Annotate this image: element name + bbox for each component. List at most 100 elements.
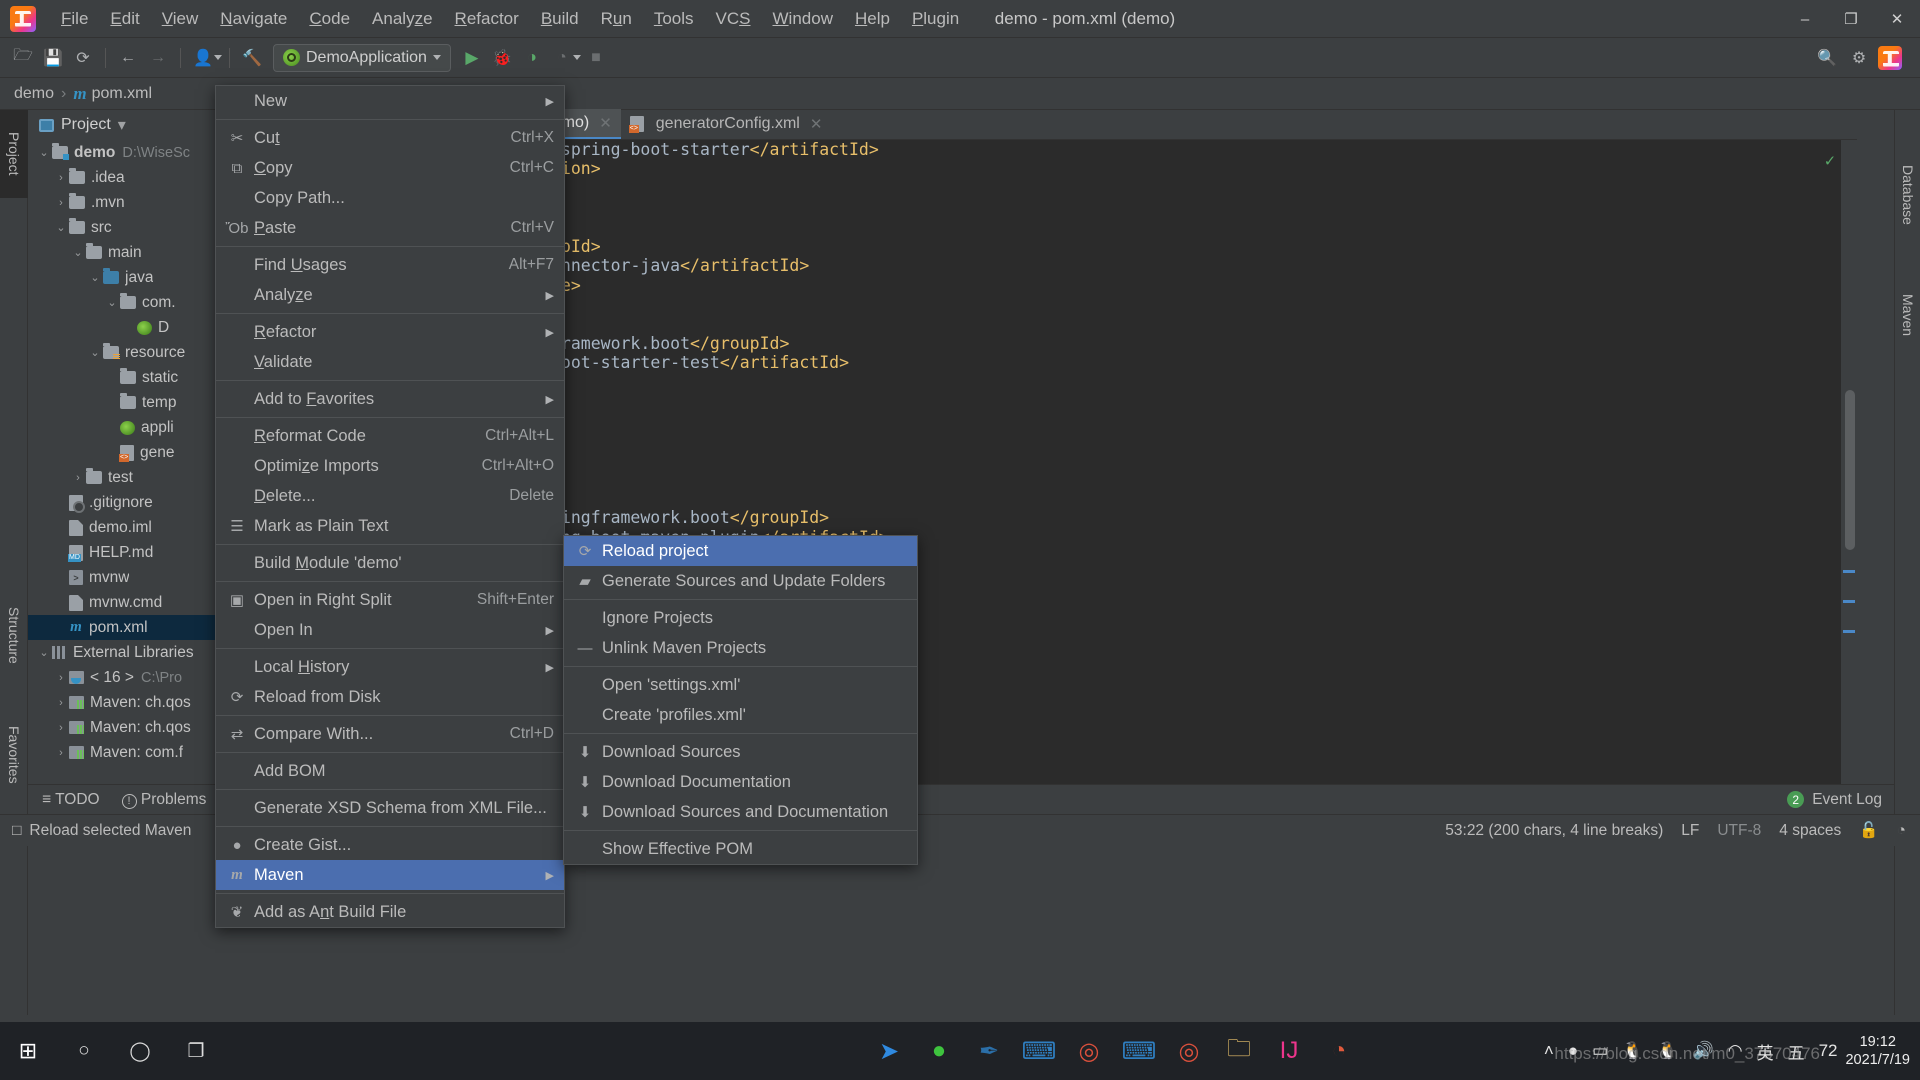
menu-tools[interactable]: Tools (643, 4, 705, 34)
tree-expand-arrow[interactable]: ⌄ (36, 146, 52, 159)
tree-node-idea[interactable]: ›.idea (28, 165, 236, 190)
line-separator[interactable]: LF (1681, 822, 1699, 840)
ctx-refactor[interactable]: Refactor▶ (216, 317, 564, 347)
ctx-paste[interactable]: ὌbPasteCtrl+V (216, 213, 564, 243)
maven-unlink-maven-projects[interactable]: —Unlink Maven Projects (564, 633, 917, 663)
tree-node-main[interactable]: ⌄main (28, 240, 236, 265)
tree-node-appli[interactable]: appli (28, 415, 236, 440)
ctx-local-history[interactable]: Local History▶ (216, 652, 564, 682)
ctx-delete[interactable]: Delete...Delete (216, 481, 564, 511)
sync-icon[interactable]: ⟳ (68, 44, 98, 72)
tree-node-mvnw[interactable]: >mvnw (28, 565, 236, 590)
ctx-add-as-ant-build-file[interactable]: ❦Add as Ant Build File (216, 897, 564, 927)
ctx-compare-with[interactable]: ⇄Compare With...Ctrl+D (216, 719, 564, 749)
maven-download-sources[interactable]: ⬇Download Sources (564, 737, 917, 767)
ctx-create-gist[interactable]: ●Create Gist... (216, 830, 564, 860)
chrome-icon-1[interactable]: ◎ (1064, 1022, 1114, 1080)
maven-show-effective-pom[interactable]: Show Effective POM (564, 834, 917, 864)
ctx-cut[interactable]: ✂CutCtrl+X (216, 123, 564, 153)
tree-expand-arrow[interactable]: ⌄ (87, 271, 103, 284)
editor-scrollbar[interactable] (1841, 140, 1857, 784)
ctx-analyze[interactable]: Analyze▶ (216, 280, 564, 310)
menu-vcs[interactable]: VCS (705, 4, 762, 34)
tree-node-demo[interactable]: ⌄demoD:\WiseSc (28, 140, 236, 165)
open-project-icon[interactable]: 🗁 (8, 44, 38, 72)
tree-expand-arrow[interactable]: ⌄ (53, 221, 69, 234)
tree-expand-arrow[interactable]: ⌄ (104, 296, 120, 309)
ctx-open-in[interactable]: Open In▶ (216, 615, 564, 645)
tree-expand-arrow[interactable]: › (70, 472, 86, 484)
maven-reload-project[interactable]: ⟳Reload project (564, 536, 917, 566)
cortana-icon[interactable]: ◯ (112, 1022, 168, 1080)
tree-expand-arrow[interactable]: › (53, 722, 69, 734)
inspection-ok-icon[interactable]: ✓ (1825, 152, 1835, 171)
tree-expand-arrow[interactable]: › (53, 697, 69, 709)
dingtalk-icon[interactable]: ➤ (864, 1022, 914, 1080)
menu-view[interactable]: View (151, 4, 210, 34)
vscode-icon-2[interactable]: ⌨ (1114, 1022, 1164, 1080)
menu-analyze[interactable]: Analyze (361, 4, 444, 34)
scrollbar-thumb[interactable] (1845, 390, 1855, 550)
tree-node-java[interactable]: ⌄java (28, 265, 236, 290)
tree-expand-arrow[interactable]: ⌄ (36, 646, 52, 659)
search-icon[interactable]: ○ (56, 1022, 112, 1080)
explorer-icon[interactable]: 🗀 (1214, 1022, 1264, 1080)
navicat-icon[interactable]: ✒ (964, 1022, 1014, 1080)
ide-badge-icon[interactable] (1878, 46, 1902, 70)
tree-node-gene[interactable]: gene (28, 440, 236, 465)
tree-node-demo-iml[interactable]: demo.iml (28, 515, 236, 540)
tree-node-16[interactable]: ›< 16 >C:\Pro (28, 665, 236, 690)
tree-node-help-md[interactable]: HELP.md (28, 540, 236, 565)
ctx-open-in-right-split[interactable]: ▣Open in Right SplitShift+Enter (216, 585, 564, 615)
tree-expand-arrow[interactable]: ⌄ (87, 346, 103, 359)
maven-download-sources-and-documentation[interactable]: ⬇Download Sources and Documentation (564, 797, 917, 827)
tree-expand-arrow[interactable]: › (53, 747, 69, 759)
menu-window[interactable]: Window (762, 4, 844, 34)
run-configuration-selector[interactable]: DemoApplication (273, 44, 451, 72)
ctx-add-bom[interactable]: Add BOM (216, 756, 564, 786)
file-encoding[interactable]: UTF-8 (1717, 822, 1761, 840)
tab-problems[interactable]: ! Problems (122, 791, 207, 809)
chevron-down-icon[interactable] (433, 55, 441, 60)
tree-node-test[interactable]: ›test (28, 465, 236, 490)
run-button[interactable]: ▶ (457, 44, 487, 72)
search-icon[interactable]: 🔍 (1812, 44, 1842, 72)
menu-refactor[interactable]: Refactor (444, 4, 530, 34)
sidebar-item-structure[interactable]: Structure (0, 580, 28, 690)
tree-node-external-libraries[interactable]: ⌄External Libraries (28, 640, 236, 665)
chevron-up-icon[interactable]: ˄ (1544, 1041, 1554, 1061)
save-all-icon[interactable]: 💾 (38, 44, 68, 72)
tree-expand-arrow[interactable]: › (53, 197, 69, 209)
taskbar-app-list[interactable]: ➤●✒⌨◎⌨◎🗀IJ◔ (864, 1022, 1364, 1080)
tab-generatorconfig-xml[interactable]: generatorConfig.xml✕ (621, 109, 832, 139)
lock-icon[interactable]: 🔓 (1859, 821, 1878, 840)
ctx-validate[interactable]: Validate (216, 347, 564, 377)
ctx-optimize-imports[interactable]: Optimize ImportsCtrl+Alt+O (216, 451, 564, 481)
minimize-button[interactable]: – (1782, 0, 1828, 38)
menu-plugin[interactable]: Plugin (901, 4, 970, 34)
build-hammer-icon[interactable]: 🔨 (237, 44, 267, 72)
tree-node-maven-ch-qos[interactable]: ›Maven: ch.qos (28, 690, 236, 715)
clock[interactable]: 19:12 2021/7/19 (1845, 1033, 1920, 1069)
chrome-icon-2[interactable]: ◎ (1164, 1022, 1214, 1080)
gear-icon[interactable]: ⚙ (1844, 44, 1874, 72)
ctx-maven[interactable]: mMaven▶ (216, 860, 564, 890)
project-tree[interactable]: ⌄demoD:\WiseSc›.idea›.mvn⌄src⌄main⌄java⌄… (28, 140, 236, 765)
tab-todo[interactable]: ≡ TODO (42, 791, 100, 809)
ctx-build-module-demo[interactable]: Build Module 'demo' (216, 548, 564, 578)
ctx-reformat-code[interactable]: Reformat CodeCtrl+Alt+L (216, 421, 564, 451)
maximize-button[interactable]: ❐ (1828, 0, 1874, 38)
close-button[interactable]: ✕ (1874, 0, 1920, 38)
tree-node-temp[interactable]: temp (28, 390, 236, 415)
menu-run[interactable]: Run (590, 4, 643, 34)
ctx-find-usages[interactable]: Find UsagesAlt+F7 (216, 250, 564, 280)
profiler-chevron-down-icon[interactable] (573, 55, 581, 60)
tree-node-com[interactable]: ⌄com. (28, 290, 236, 315)
file-context-menu[interactable]: New▶✂CutCtrl+X⧉CopyCtrl+CCopy Path...ὌbP… (215, 85, 565, 928)
caret-position[interactable]: 53:22 (200 chars, 4 line breaks) (1445, 822, 1663, 840)
ctx-add-to-favorites[interactable]: Add to Favorites▶ (216, 384, 564, 414)
tree-node-maven-ch-qos[interactable]: ›Maven: ch.qos (28, 715, 236, 740)
sidebar-item-maven[interactable]: Maven (1895, 260, 1920, 370)
ctx-generate-xsd-schema-from-xml-file[interactable]: Generate XSD Schema from XML File... (216, 793, 564, 823)
vscode-icon-1[interactable]: ⌨ (1014, 1022, 1064, 1080)
